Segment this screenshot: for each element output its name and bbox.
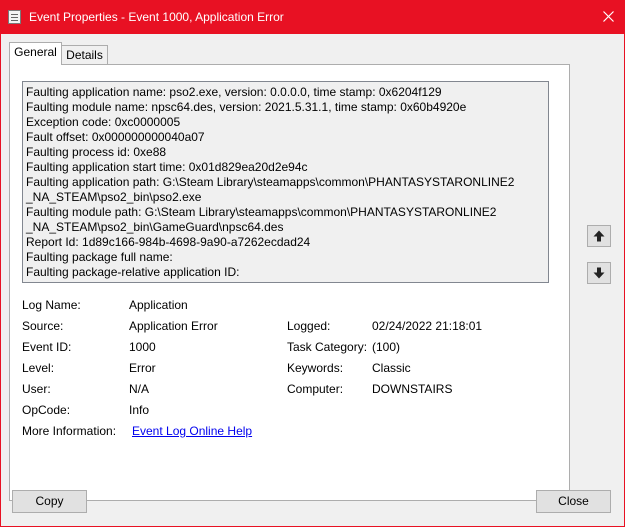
user-value: N/A — [129, 382, 150, 396]
window-title: Event Properties - Event 1000, Applicati… — [29, 10, 284, 24]
dialog-client: General Details Faulting application nam… — [1, 34, 624, 526]
source-label: Source: — [22, 319, 64, 333]
computer-label: Computer: — [287, 382, 344, 396]
description-line: Faulting process id: 0xe88 — [26, 145, 167, 159]
logged-label: Logged: — [287, 319, 331, 333]
general-panel: Faulting application name: pso2.exe, ver… — [9, 64, 570, 501]
description-line: Faulting module name: npsc64.des, versio… — [26, 100, 467, 114]
title-bar: Event Properties - Event 1000, Applicati… — [0, 0, 625, 34]
level-value: Error — [129, 361, 156, 375]
description-line: Report Id: 1d89c166-984b-4698-9a90-a7262… — [26, 235, 311, 249]
event-log-online-help-link[interactable]: Event Log Online Help — [132, 424, 252, 438]
event-properties-icon — [8, 10, 21, 24]
event-id-value: 1000 — [129, 340, 156, 354]
description-line: Faulting application start time: 0x01d82… — [26, 160, 308, 174]
logged-value: 02/24/2022 21:18:01 — [372, 319, 483, 333]
description-line: Faulting application name: pso2.exe, ver… — [26, 85, 442, 99]
log-name-value: Application — [129, 298, 188, 312]
copy-button[interactable]: Copy — [12, 490, 87, 513]
user-label: User: — [22, 382, 51, 396]
event-description[interactable]: Faulting application name: pso2.exe, ver… — [22, 81, 549, 283]
close-button[interactable]: Close — [536, 490, 611, 513]
description-line: _NA_STEAM\pso2_bin\pso2.exe — [26, 190, 202, 204]
keywords-label: Keywords: — [287, 361, 344, 375]
close-icon — [603, 11, 614, 22]
description-line: Exception code: 0xc0000005 — [26, 115, 181, 129]
tab-details[interactable]: Details — [62, 45, 108, 65]
description-line: Faulting package full name: — [26, 250, 173, 264]
arrow-down-icon — [593, 267, 605, 279]
opcode-value: Info — [129, 403, 150, 417]
more-information-label: More Information: — [22, 424, 117, 438]
description-line: Faulting module path: G:\Steam Library\s… — [26, 205, 497, 219]
source-value: Application Error — [129, 319, 218, 333]
tab-general[interactable]: General — [9, 42, 62, 65]
keywords-value: Classic — [372, 361, 411, 375]
computer-value: DOWNSTAIRS — [372, 382, 453, 396]
task-category-value: (100) — [372, 340, 401, 354]
description-line: Faulting package-relative application ID… — [26, 265, 240, 279]
task-category-label: Task Category: — [287, 340, 368, 354]
opcode-label: OpCode: — [22, 403, 71, 417]
previous-event-button[interactable] — [587, 225, 611, 247]
level-label: Level: — [22, 361, 55, 375]
description-line: Fault offset: 0x000000000040a07 — [26, 130, 205, 144]
tab-strip: General Details — [1, 34, 624, 65]
next-event-button[interactable] — [587, 262, 611, 284]
description-line: _NA_STEAM\pso2_bin\GameGuard\npsc64.des — [26, 220, 284, 234]
description-line: Faulting application path: G:\Steam Libr… — [26, 175, 515, 189]
event-id-label: Event ID: — [22, 340, 72, 354]
log-name-label: Log Name: — [22, 298, 81, 312]
close-window-button[interactable] — [592, 0, 625, 34]
arrow-up-icon — [593, 230, 605, 242]
